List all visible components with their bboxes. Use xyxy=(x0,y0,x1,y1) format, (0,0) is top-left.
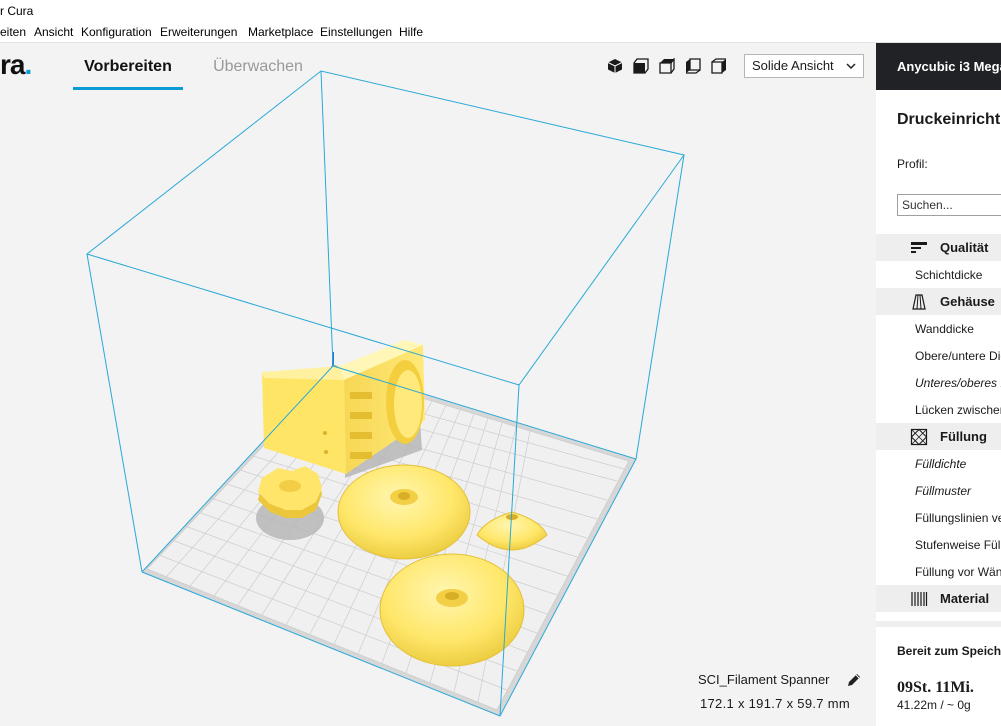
category-material-label: Material xyxy=(940,591,990,606)
quality-icon xyxy=(910,239,928,257)
printer-selector[interactable]: Anycubic i3 Mega xyxy=(876,43,1001,90)
ready-to-save-status: Bereit zum Speichern xyxy=(897,644,1001,658)
3d-view-icon[interactable] xyxy=(607,58,623,74)
material-icon xyxy=(910,590,928,608)
category-infill-label: Füllung xyxy=(940,429,987,444)
spool-dome-large-back xyxy=(337,464,471,560)
view-mode-value: Solide Ansicht xyxy=(752,58,834,73)
menu-extensions[interactable]: Erweiterungen xyxy=(160,22,237,42)
category-material[interactable]: Material xyxy=(876,585,1001,612)
menu-configuration[interactable]: Konfiguration xyxy=(81,22,152,42)
scene-svg xyxy=(85,70,685,717)
view-mode-select[interactable]: Solide Ansicht xyxy=(744,54,864,78)
setting-connect-infill-lines[interactable]: Füllungslinien verbinden xyxy=(915,511,1001,525)
logo-dot: . xyxy=(24,49,32,80)
category-shell[interactable]: Gehäuse xyxy=(876,288,1001,315)
setting-top-bottom-thickness[interactable]: Obere/untere Dicke xyxy=(915,349,1001,363)
menu-help[interactable]: Hilfe xyxy=(399,22,423,42)
setting-wall-thickness[interactable]: Wanddicke xyxy=(915,322,974,336)
menu-bar: eiten Ansicht Konfiguration Erweiterunge… xyxy=(0,22,1001,43)
print-time-estimate: 09St. 11Mi. xyxy=(897,679,974,696)
edit-name-icon[interactable] xyxy=(846,672,862,688)
active-tab-indicator xyxy=(73,87,183,90)
object-name: SCI_Filament Spanner xyxy=(698,672,830,687)
build-plate-viewport[interactable]: SCI_Filament Spanner 172.1 x 191.7 x 59.… xyxy=(0,43,876,726)
front-view-icon[interactable] xyxy=(633,58,649,74)
material-estimate: 41.22m / ~ 0g xyxy=(897,698,971,712)
category-shell-label: Gehäuse xyxy=(940,294,995,309)
infill-icon xyxy=(910,428,928,446)
category-quality[interactable]: Qualität xyxy=(876,234,1001,261)
tab-prepare[interactable]: Vorbereiten xyxy=(73,56,183,78)
window-titlebar: r Cura xyxy=(0,0,1001,22)
print-settings-sidebar: Anycubic i3 Mega Druckeinrichtung Profil… xyxy=(876,43,1001,726)
menu-preferences[interactable]: Einstellungen xyxy=(320,22,392,42)
logo-text: ra xyxy=(0,49,25,80)
window-title: r Cura xyxy=(0,4,34,18)
setting-infill-before-walls[interactable]: Füllung vor Wänden xyxy=(915,565,1001,579)
top-view-icon[interactable] xyxy=(659,57,675,74)
left-view-icon[interactable] xyxy=(685,58,701,74)
setting-bottom-top-pattern[interactable]: Unteres/oberes Muster xyxy=(915,376,1001,390)
object-dimensions: 172.1 x 191.7 x 59.7 mm xyxy=(700,696,850,711)
profile-label: Profil: xyxy=(897,157,928,171)
setting-layer-height[interactable]: Schichtdicke xyxy=(915,268,982,282)
cura-logo: ra. xyxy=(0,48,32,82)
setting-gradual-infill[interactable]: Stufenweise Füllungsschritte xyxy=(915,538,1001,552)
menu-view[interactable]: Ansicht xyxy=(34,22,73,42)
setting-infill-pattern[interactable]: Füllmuster xyxy=(915,484,971,498)
shell-icon xyxy=(910,293,928,311)
spool-dome-large-front xyxy=(379,553,525,667)
category-infill[interactable]: Füllung xyxy=(876,423,1001,450)
sidebar-title: Druckeinrichtung xyxy=(897,111,1001,128)
setting-infill-density[interactable]: Fülldichte xyxy=(915,457,966,471)
setting-fill-gaps[interactable]: Lücken zwischen Wänden füllen xyxy=(915,403,1001,417)
sidebar-divider xyxy=(876,621,1001,627)
right-view-icon[interactable] xyxy=(711,58,727,74)
tab-monitor[interactable]: Überwachen xyxy=(212,56,304,78)
menu-marketplace[interactable]: Marketplace xyxy=(248,22,313,42)
menu-edit[interactable]: eiten xyxy=(0,22,26,42)
chevron-down-icon xyxy=(845,55,857,77)
category-quality-label: Qualität xyxy=(940,240,989,255)
settings-search-input[interactable]: Suchen... xyxy=(897,194,1001,216)
